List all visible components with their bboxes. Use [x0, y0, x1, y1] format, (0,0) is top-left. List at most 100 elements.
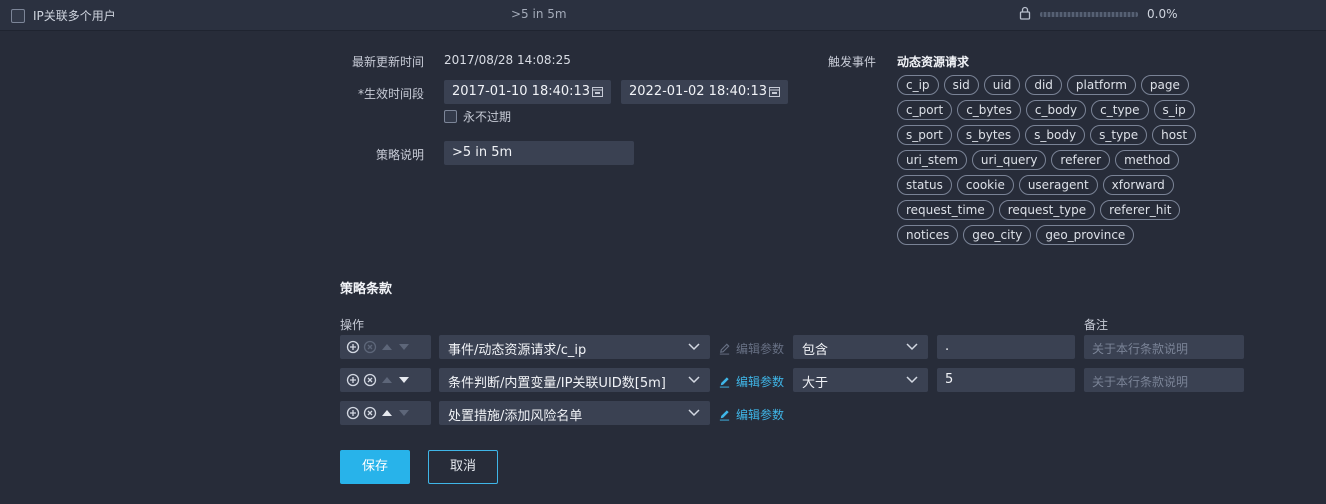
event-field-tag: c_ip: [897, 75, 939, 95]
clause-row-1-value-input[interactable]: .: [937, 335, 1075, 359]
clause-row-1-operator-select[interactable]: 包含: [793, 335, 928, 359]
chevron-down-icon: [906, 376, 918, 384]
event-field-tag: c_port: [897, 100, 953, 120]
never-expire-option[interactable]: 永不过期: [444, 108, 511, 125]
event-field-tag: s_body: [1025, 125, 1086, 145]
start-time-value: 2017-01-10 18:40:13: [452, 84, 591, 99]
value-text: 5: [945, 372, 954, 387]
move-up-icon[interactable]: [380, 406, 394, 420]
never-expire-checkbox[interactable]: [444, 110, 457, 123]
add-icon[interactable]: [346, 406, 360, 420]
event-field-tag: geo_province: [1036, 225, 1135, 245]
event-field-tag: geo_city: [963, 225, 1032, 245]
end-time-value: 2022-01-02 18:40:13: [629, 84, 768, 99]
strategy-description: >5 in 5m: [511, 7, 567, 21]
edit-params-label: 编辑参数: [736, 375, 785, 389]
strategy-header-row: IP关联多个用户 >5 in 5m 0.0%: [0, 0, 1326, 31]
save-button[interactable]: 保存: [340, 450, 410, 484]
note-placeholder: 关于本行条款说明: [1092, 375, 1189, 389]
clause-row-2-note-input[interactable]: 关于本行条款说明: [1084, 368, 1244, 392]
remove-icon[interactable]: [363, 373, 377, 387]
event-field-tag: request_type: [998, 200, 1096, 220]
event-field-tag: c_bytes: [957, 100, 1021, 120]
edit-params-label: 编辑参数: [736, 408, 785, 422]
event-field-tag: s_bytes: [956, 125, 1021, 145]
event-field-tag: s_type: [1090, 125, 1148, 145]
operator-value: 大于: [802, 376, 829, 391]
clause-row-2-edit-params[interactable]: 编辑参数: [718, 373, 784, 390]
event-field-tag: sid: [943, 75, 979, 95]
value-text: .: [945, 339, 950, 354]
move-down-icon: [399, 344, 409, 350]
last-update-label: 最新更新时间: [351, 55, 424, 69]
add-icon[interactable]: [346, 373, 360, 387]
note-placeholder: 关于本行条款说明: [1092, 342, 1189, 356]
event-field-tag: method: [1115, 150, 1180, 170]
event-field-tag: referer: [1051, 150, 1111, 170]
source-value: 处置措施/添加风险名单: [448, 409, 583, 424]
source-value: 条件判断/内置变量/IP关联UID数[5m]: [448, 376, 666, 391]
effective-period-label: *生效时间段: [357, 87, 424, 101]
clause-row-2-source-select[interactable]: 条件判断/内置变量/IP关联UID数[5m]: [439, 368, 710, 392]
remove-icon: [363, 340, 377, 354]
chevron-down-icon: [906, 343, 918, 351]
event-field-tag: platform: [1066, 75, 1136, 95]
event-field-tag: notices: [897, 225, 959, 245]
move-down-icon[interactable]: [397, 373, 411, 387]
row-select-checkbox[interactable]: [11, 9, 25, 23]
end-time-input[interactable]: 2022-01-02 18:40:13: [621, 80, 788, 104]
cancel-button[interactable]: 取消: [428, 450, 498, 484]
progress-text: 0.0%: [1147, 7, 1178, 21]
event-field-tag: uri_stem: [897, 150, 967, 170]
event-field-tag: page: [1140, 75, 1189, 95]
clause-row-2-value-input[interactable]: 5: [937, 368, 1075, 392]
note-column-label: 备注: [1084, 318, 1109, 332]
last-update-value: 2017/08/28 14:08:25: [444, 53, 571, 67]
clause-row-2-operator-select[interactable]: 大于: [793, 368, 928, 392]
event-field-tag: cookie: [956, 175, 1014, 195]
move-up-icon: [382, 344, 392, 350]
clause-row-2-controls: [340, 368, 431, 392]
pencil-icon: [719, 410, 730, 421]
clause-row-1-source-select[interactable]: 事件/动态资源请求/c_ip: [439, 335, 710, 359]
event-field-tags: c_ip sid uid did platform page c_port c_bytes c_…: [897, 75, 1227, 245]
event-field-tag: xforward: [1102, 175, 1174, 195]
chevron-down-icon: [688, 376, 700, 384]
progress-bar: [1040, 12, 1138, 17]
event-field-tag: uid: [983, 75, 1021, 95]
event-field-tag: c_type: [1091, 100, 1149, 120]
never-expire-label: 永不过期: [463, 110, 512, 124]
pencil-icon: [719, 343, 730, 355]
event-field-tag: did: [1025, 75, 1062, 95]
clauses-title: 策略条款: [340, 282, 393, 297]
calendar-icon: [592, 87, 603, 97]
strategy-title: IP关联多个用户: [33, 9, 116, 23]
strategy-desc-input[interactable]: >5 in 5m: [444, 141, 634, 165]
operation-column-label: 操作: [340, 318, 365, 332]
clause-row-1-edit-params: 编辑参数: [718, 340, 784, 357]
event-field-tag: uri_query: [971, 150, 1047, 170]
move-down-icon: [399, 410, 409, 416]
clause-row-3-edit-params[interactable]: 编辑参数: [718, 406, 784, 423]
lock-icon[interactable]: [1019, 6, 1031, 20]
strategy-desc-value: >5 in 5m: [452, 145, 513, 160]
event-field-tag: status: [897, 175, 952, 195]
event-field-tag: request_time: [897, 200, 994, 220]
clause-row-3-controls: [340, 401, 431, 425]
event-field-tag: s_port: [897, 125, 952, 145]
event-field-tag: s_ip: [1153, 100, 1195, 120]
chevron-down-icon: [688, 343, 700, 351]
event-field-tag: useragent: [1018, 175, 1098, 195]
clause-row-1-note-input[interactable]: 关于本行条款说明: [1084, 335, 1244, 359]
remove-icon[interactable]: [363, 406, 377, 420]
move-up-icon: [382, 377, 392, 383]
source-value: 事件/动态资源请求/c_ip: [448, 343, 587, 358]
pencil-icon: [719, 377, 730, 388]
event-field-tag: c_body: [1025, 100, 1087, 120]
strategy-desc-label: 策略说明: [375, 148, 424, 162]
clause-row-3-source-select[interactable]: 处置措施/添加风险名单: [439, 401, 710, 425]
clause-row-1-controls: [340, 335, 431, 359]
edit-params-label: 编辑参数: [736, 342, 785, 356]
start-time-input[interactable]: 2017-01-10 18:40:13: [444, 80, 611, 104]
add-icon[interactable]: [346, 340, 360, 354]
